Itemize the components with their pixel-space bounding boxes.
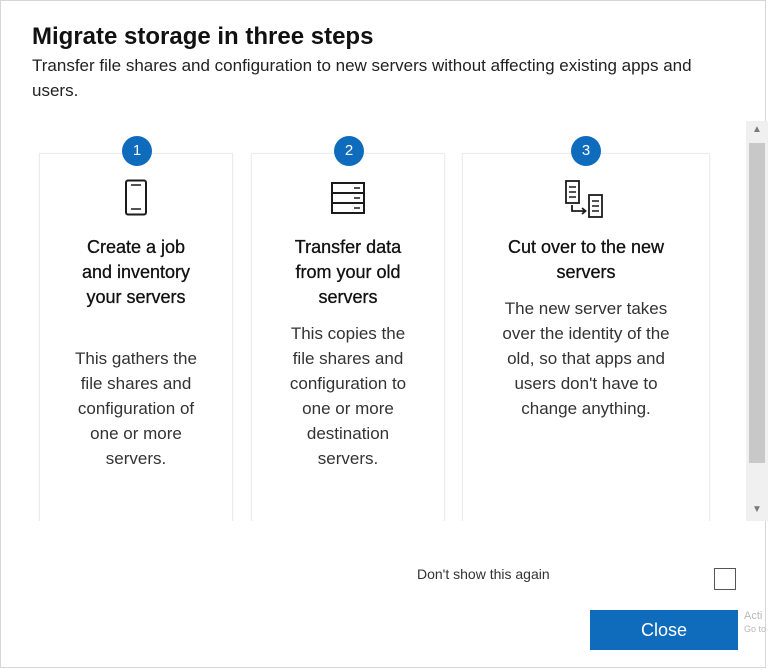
server-rack-icon [331,182,365,214]
step-number-badge: 3 [571,136,601,166]
step-description-2: This copies the file shares and configur… [289,324,407,468]
step-description-3: The new server takes over the identity o… [502,299,670,418]
step-heading-3: Cut over to the new servers [507,237,665,282]
step-heading-1: Create a job and inventory your servers [81,237,191,307]
vertical-scrollbar[interactable]: ▲ ▼ [746,121,768,521]
step-number-badge: 1 [122,136,152,166]
scroll-thumb[interactable] [749,143,765,463]
scroll-down-icon[interactable]: ▼ [746,501,768,519]
activation-watermark: Acti Go to [744,610,767,634]
step-heading-2: Transfer data from your old servers [294,237,402,307]
dont-show-again-label: Don't show this again [417,566,550,582]
step-description-1: This gathers the file shares and configu… [75,349,197,468]
dialog-title: Migrate storage in three steps [32,23,374,50]
server-cutover-icon [565,180,603,218]
close-button[interactable]: Close [590,610,738,650]
dialog-subtitle: Transfer file shares and configuration t… [32,56,692,100]
migration-dialog: Migrate storage in three steps Transfer … [0,0,768,668]
step-number-badge: 2 [334,136,364,166]
phone-device-icon [125,179,147,216]
scroll-up-icon[interactable]: ▲ [746,121,768,139]
dont-show-again-checkbox[interactable] [714,568,736,590]
steps-scroll-region[interactable]: 1 Create a job and inventory your server… [1,121,746,521]
